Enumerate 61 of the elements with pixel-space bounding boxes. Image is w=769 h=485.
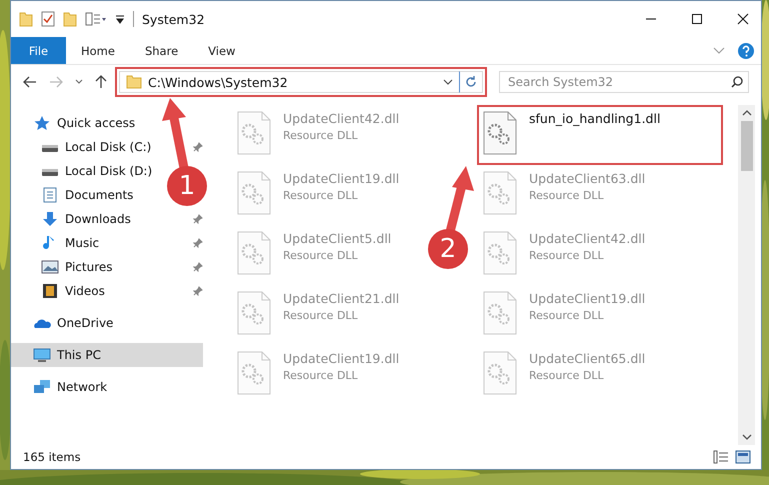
pin-icon[interactable] <box>193 286 203 296</box>
sidebar-item[interactable]: Videos <box>41 279 105 303</box>
ribbon-tab[interactable]: Home <box>66 37 130 64</box>
dropdown-icon[interactable] <box>115 14 125 24</box>
pin-icon[interactable] <box>193 262 203 272</box>
gear-file-icon <box>483 171 517 215</box>
item-count: 165 items <box>23 450 81 464</box>
sidebar-item[interactable]: Quick access <box>33 111 136 135</box>
sidebar-item[interactable]: This PC <box>11 343 203 367</box>
gear-file-icon <box>237 291 271 335</box>
sidebar-item[interactable]: Music <box>41 231 100 255</box>
up-icon[interactable] <box>95 75 107 89</box>
download-icon <box>41 211 59 227</box>
sidebar-item[interactable]: Pictures <box>41 255 113 279</box>
sidebar-item[interactable]: OneDrive <box>33 311 114 335</box>
sidebar-item[interactable]: Local Disk (D:) <box>41 159 152 183</box>
scroll-up-icon[interactable] <box>742 109 752 117</box>
gear-file-icon <box>483 291 517 335</box>
star-icon <box>33 115 51 131</box>
help-icon[interactable] <box>737 42 755 60</box>
properties-icon[interactable] <box>85 12 107 26</box>
monitor-icon <box>33 347 51 363</box>
gear-file-icon <box>483 351 517 395</box>
checklist-icon[interactable] <box>41 11 55 27</box>
window-title: System32 <box>142 12 205 26</box>
caret-icon[interactable] <box>443 79 453 85</box>
network-icon <box>33 379 51 395</box>
details-view-icon[interactable] <box>713 450 729 464</box>
tiles-view-icon[interactable] <box>735 450 751 464</box>
pin-icon[interactable] <box>193 214 203 224</box>
scroll-down-icon[interactable] <box>742 433 752 441</box>
pin-icon[interactable] <box>193 142 203 152</box>
picture-icon <box>41 259 59 275</box>
refresh-icon <box>464 75 478 89</box>
scroll-thumb[interactable] <box>740 121 752 171</box>
sidebar-item[interactable]: Network <box>33 375 108 399</box>
ribbon-tab[interactable]: Share <box>130 37 194 64</box>
sidebar-item[interactable]: Documents <box>41 183 134 207</box>
gear-file-icon <box>237 171 271 215</box>
refresh-button[interactable] <box>459 71 483 93</box>
sidebar-item[interactable]: Local Disk (C:) <box>41 135 152 159</box>
scrollbar[interactable] <box>738 105 755 445</box>
caret-icon[interactable] <box>75 79 83 85</box>
sidebar-item[interactable]: Downloads <box>41 207 131 231</box>
ribbon-tab[interactable]: File <box>11 37 66 64</box>
chevron-icon[interactable] <box>713 46 725 54</box>
maximize-icon[interactable] <box>691 13 703 25</box>
gear-file-icon <box>237 351 271 395</box>
gear-file-icon <box>237 231 271 275</box>
address-field[interactable]: C:\Windows\System32 <box>119 71 459 93</box>
gear-file-icon <box>483 111 517 155</box>
folder-icon <box>126 75 142 89</box>
document-icon <box>41 187 59 203</box>
film-icon <box>41 283 59 299</box>
pin-icon[interactable] <box>193 238 203 248</box>
file-item[interactable]: sfun_io_handling1.dll <box>477 105 723 165</box>
ribbon-tab[interactable]: View <box>193 37 250 64</box>
back-icon[interactable] <box>23 76 37 88</box>
gear-file-icon <box>483 231 517 275</box>
close-icon[interactable] <box>737 13 749 25</box>
gear-file-icon <box>237 111 271 155</box>
